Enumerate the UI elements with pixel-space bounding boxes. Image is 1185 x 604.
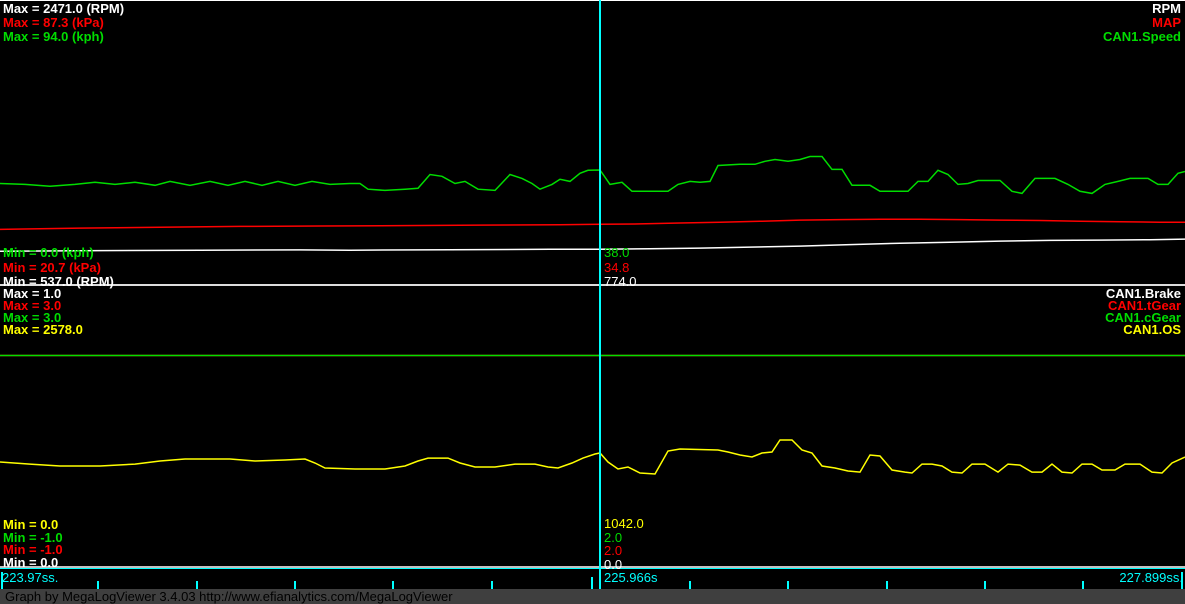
top-panel-min-labels: Min = 0.0 (kph) Min = 20.7 (kPa) Min = 5… — [3, 246, 114, 290]
megalogviewer-window: Max = 2471.0 (RPM) Max = 87.3 (kPa) Max … — [0, 0, 1185, 604]
legend-map[interactable]: MAP — [1103, 16, 1181, 30]
legend-speed[interactable]: CAN1.Speed — [1103, 30, 1181, 44]
min-label-map: Min = 20.7 (kPa) — [3, 261, 114, 276]
max-label-map: Max = 87.3 (kPa) — [3, 16, 124, 30]
cursor-value-cgear: 2.0 — [604, 531, 644, 545]
cursor-value-os: 1042.0 — [604, 517, 644, 531]
max-label-os: Max = 2578.0 — [3, 324, 83, 336]
bottom-panel-cursor-values: 1042.0 2.0 2.0 0.0 — [604, 517, 644, 571]
time-cursor-label: 225.966s — [604, 570, 658, 585]
graph-canvas[interactable] — [0, 0, 1185, 604]
time-start-label: 223.97ss. — [2, 570, 58, 585]
bottom-panel-min-labels: Min = 0.0 Min = -1.0 Min = -1.0 Min = 0.… — [3, 519, 63, 569]
cursor-value-brake: 0.0 — [604, 558, 644, 572]
max-label-rpm: Max = 2471.0 (RPM) — [3, 2, 124, 16]
trace-map — [0, 219, 1185, 229]
cursor-value-rpm: 774.0 — [604, 275, 637, 290]
top-panel-max-labels: Max = 2471.0 (RPM) Max = 87.3 (kPa) Max … — [3, 2, 124, 44]
cursor-value-speed: 38.0 — [604, 246, 637, 261]
time-axis-ticks — [2, 572, 1182, 589]
top-panel-traces — [0, 157, 1185, 252]
top-panel-cursor-values: 38.0 34.8 774.0 — [604, 246, 637, 290]
time-end-label: 227.899ss. — [1119, 570, 1183, 585]
min-label-speed: Min = 0.0 (kph) — [3, 246, 114, 261]
legend-rpm[interactable]: RPM — [1103, 2, 1181, 16]
status-bar-text: Graph by MegaLogViewer 3.4.03 http://www… — [5, 589, 453, 604]
bottom-panel-legend: CAN1.Brake CAN1.tGear CAN1.cGear CAN1.OS — [1105, 288, 1181, 336]
min-label-brake: Min = 0.0 — [3, 557, 63, 570]
bottom-panel-traces — [0, 356, 1185, 568]
cursor-value-map: 34.8 — [604, 261, 637, 276]
cursor-value-tgear: 2.0 — [604, 544, 644, 558]
status-bar: Graph by MegaLogViewer 3.4.03 http://www… — [0, 589, 1185, 604]
trace-can1-speed — [0, 157, 1185, 194]
trace-can1-os — [0, 440, 1185, 474]
trace-rpm — [0, 239, 1185, 251]
legend-os[interactable]: CAN1.OS — [1105, 324, 1181, 336]
max-label-speed: Max = 94.0 (kph) — [3, 30, 124, 44]
top-panel-legend: RPM MAP CAN1.Speed — [1103, 2, 1181, 44]
bottom-panel-max-labels: Max = 1.0 Max = 3.0 Max = 3.0 Max = 2578… — [3, 288, 83, 336]
